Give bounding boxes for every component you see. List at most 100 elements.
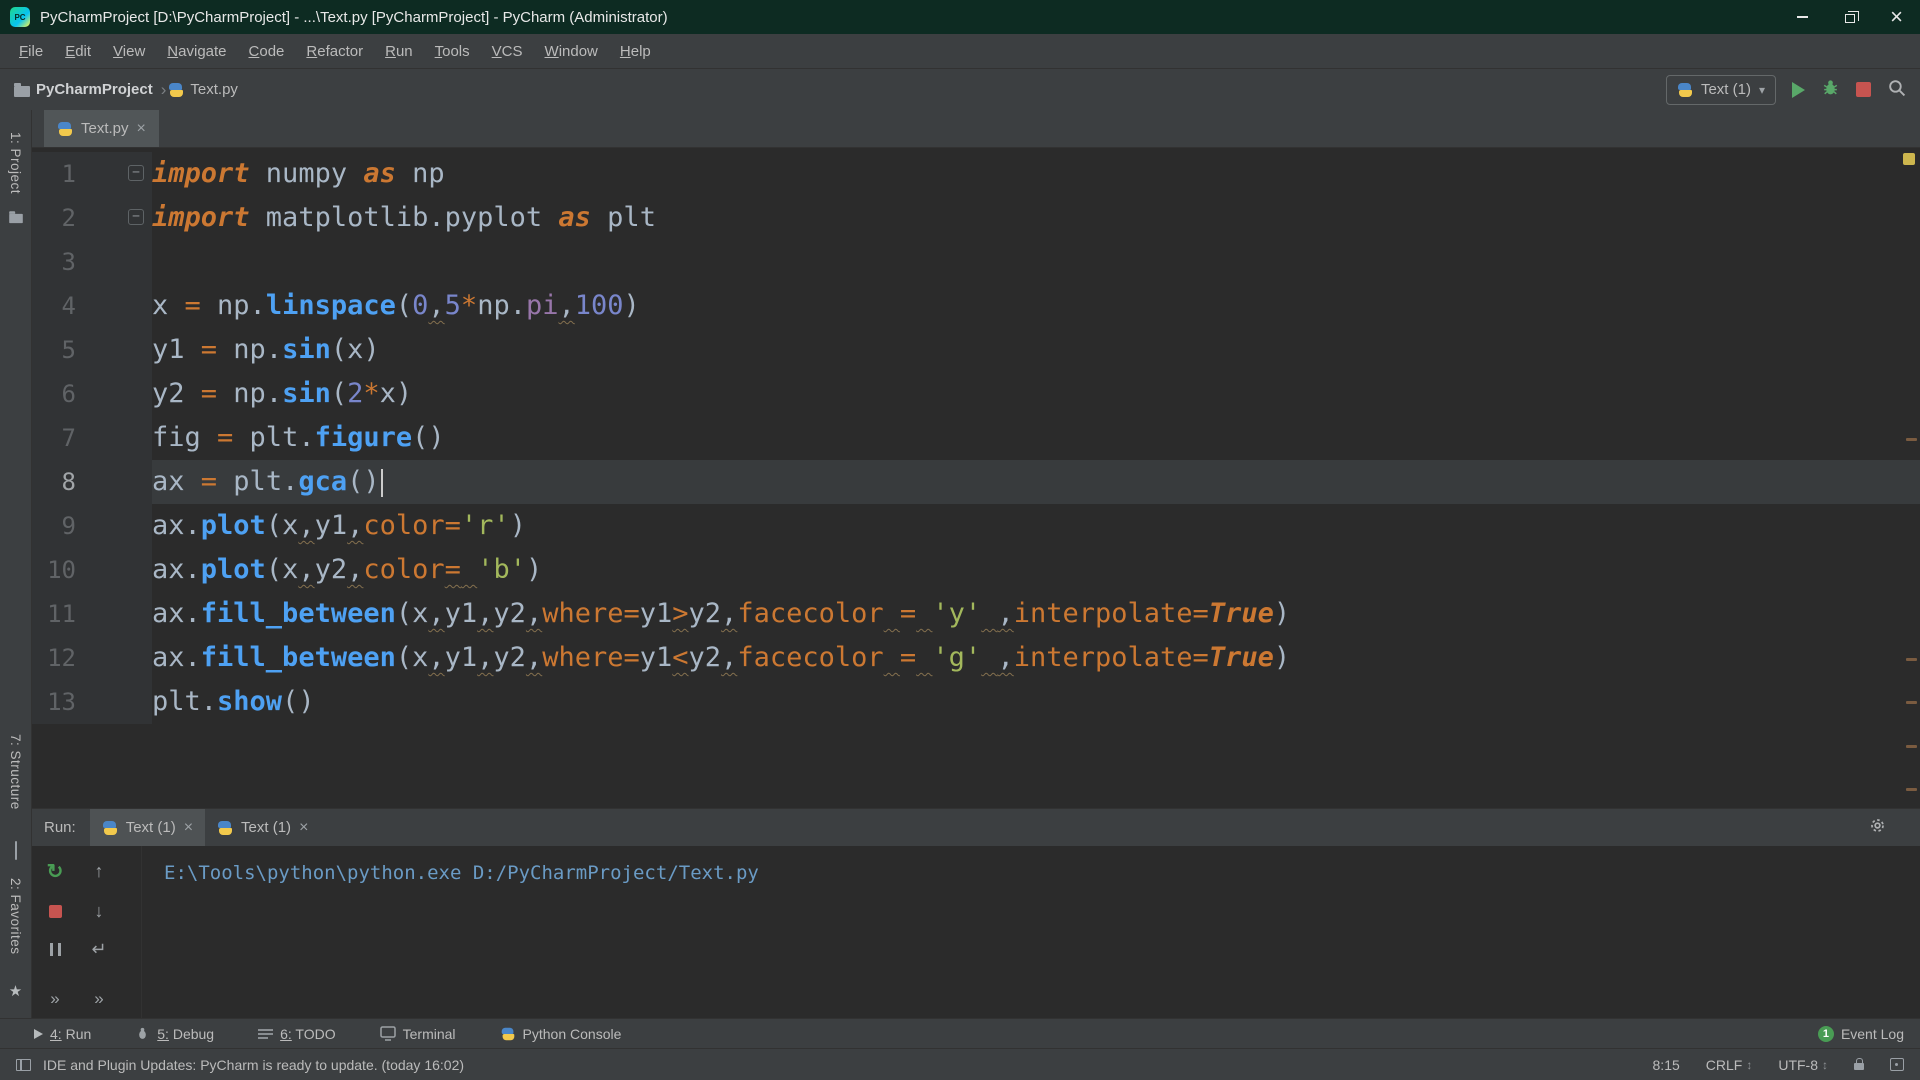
fold-gutter[interactable] [76,196,152,240]
run-configuration-select[interactable]: Text (1) [1666,75,1776,105]
updown-arrows-icon [1822,1058,1828,1072]
settings-button[interactable] [1869,817,1886,839]
restore-button[interactable] [1826,0,1873,34]
menu-code[interactable]: Code [238,43,296,60]
code-line-3[interactable]: 3 [32,240,1920,284]
pycharm-window: PyCharmProject [D:\PyCharmProject] - ...… [0,0,1920,1080]
fold-icon[interactable] [128,209,144,225]
bug-icon [1821,78,1840,97]
menu-navigate[interactable]: Navigate [156,43,237,60]
run-tab-2[interactable]: Text (1) [205,809,320,846]
breadcrumb-file[interactable]: Text.py [190,81,238,98]
tool-button-structure[interactable]: 7: Structure [8,734,23,810]
menu-tools[interactable]: Tools [424,43,481,60]
menu-refactor[interactable]: Refactor [295,43,374,60]
toolbar-terminal[interactable]: Terminal [380,1026,456,1042]
run-console[interactable]: E:\Tools\python\python.exe D:/PyCharmPro… [142,846,1920,1018]
line-number: 8 [32,460,76,504]
editor[interactable]: 1import numpy as np2import matplotlib.py… [32,148,1920,808]
code-line-2[interactable]: 2import matplotlib.pyplot as plt [32,196,1920,240]
fold-gutter[interactable] [76,152,152,196]
code-line-10[interactable]: 10ax.plot(x,y2,color= 'b') [32,548,1920,592]
toolbar-python-console[interactable]: Python Console [500,1026,622,1042]
run-tab-1[interactable]: Text (1) [90,809,205,846]
lock-icon[interactable] [1854,1063,1864,1070]
left-tool-stripe: 1: Project 7: Structure 2: Favorites [0,110,32,1018]
menu-help[interactable]: Help [609,43,662,60]
code-line-7[interactable]: 7fig = plt.figure() [32,416,1920,460]
code-text: x = np.linspace(0,5*np.pi,100) [152,284,640,328]
event-log-button[interactable]: 1 Event Log [1818,1026,1904,1042]
close-button[interactable] [1873,0,1920,34]
text-caret [381,469,383,497]
status-message: IDE and Plugin Updates: PyCharm is ready… [43,1057,464,1073]
up-stack-icon[interactable] [86,858,112,884]
line-separator-select[interactable]: CRLF [1706,1057,1753,1073]
toolbar-run[interactable]: 4: Run [34,1026,91,1042]
code-line-4[interactable]: 4 x = np.linspace(0,5*np.pi,100) [32,284,1920,328]
menu-edit[interactable]: Edit [54,43,102,60]
code-line-12[interactable]: 12ax.fill_between(x,y1,y2,where=y1<y2,fa… [32,636,1920,680]
code-text: plt.show() [152,680,315,724]
toolwindow-switcher-icon[interactable] [16,1059,31,1071]
close-tab-icon[interactable] [299,820,308,836]
code-line-11[interactable]: 11 ax.fill_between(x,y1,y2,where=y1>y2,fa… [32,592,1920,636]
indicator-icon[interactable] [1890,1058,1904,1071]
encoding-select[interactable]: UTF-8 [1778,1057,1828,1073]
code-line-8[interactable]: 8 ax = plt.gca() [32,460,1920,504]
code-line-9[interactable]: 9ax.plot(x,y1,color='r') [32,504,1920,548]
toolbar-debug[interactable]: 5: Debug [135,1026,214,1042]
warning-stripe-mark [1906,701,1917,704]
caret-position[interactable]: 8:15 [1653,1057,1680,1073]
line-number: 10 [32,548,76,592]
star-icon[interactable] [9,982,22,1000]
close-tab-icon[interactable] [137,121,146,137]
code-text: ax.fill_between(x,y1,y2,where=y1>y2,face… [152,592,1290,636]
tool-button-favorites[interactable]: 2: Favorites [8,878,23,955]
stop-button[interactable] [1856,82,1871,97]
fold-icon[interactable] [128,165,144,181]
stop-icon[interactable] [42,898,68,924]
menu-run[interactable]: Run [374,43,424,60]
window-controls [1779,0,1920,34]
favorites-toolwindow-icon[interactable] [15,842,17,860]
fold-gutter [76,592,152,636]
toolbar-run-label: 4: Run [50,1026,91,1042]
line-number: 4 [32,284,76,328]
project-folder-icon[interactable] [8,210,24,229]
restore-icon [1845,14,1855,23]
menu-window[interactable]: Window [534,43,609,60]
run-button[interactable] [1792,82,1805,98]
pause-icon[interactable] [42,936,68,962]
code-line-1[interactable]: 1import numpy as np [32,152,1920,196]
code-line-13[interactable]: 13plt.show() [32,680,1920,724]
console-command-line: E:\Tools\python\python.exe D:/PyCharmPro… [164,860,1920,886]
line-number: 3 [32,240,76,284]
debug-button[interactable] [1821,78,1840,102]
menu-file[interactable]: File [8,43,54,60]
code-line-6[interactable]: 6y2 = np.sin(2*x) [32,372,1920,416]
python-icon [500,1026,514,1040]
toolbar-todo[interactable]: 6: TODO [258,1026,336,1042]
fold-gutter [76,328,152,372]
search-everywhere-button[interactable] [1887,78,1906,102]
minimize-button[interactable] [1779,0,1826,34]
inspection-indicator[interactable] [1903,153,1915,165]
menu-vcs[interactable]: VCS [481,43,534,60]
list-icon [258,1028,273,1040]
tab-text-py[interactable]: Text.py [44,110,159,147]
code-text: ax = plt.gca() [152,460,383,504]
rerun-icon[interactable] [42,858,68,884]
more-actions-icon[interactable] [86,986,112,1012]
menu-view[interactable]: View [102,43,156,60]
close-tab-icon[interactable] [184,820,193,836]
code-line-5[interactable]: 5y1 = np.sin(x) [32,328,1920,372]
fold-gutter [76,680,152,724]
down-stack-icon[interactable] [86,898,112,924]
soft-wrap-icon[interactable] [86,936,112,962]
tool-button-project[interactable]: 1: Project [8,132,23,194]
code-text: ax.plot(x,y1,color='r') [152,504,526,548]
breadcrumb-project[interactable]: PyCharmProject [36,81,153,98]
line-number: 11 [32,592,76,636]
more-actions-icon[interactable] [42,986,68,1012]
